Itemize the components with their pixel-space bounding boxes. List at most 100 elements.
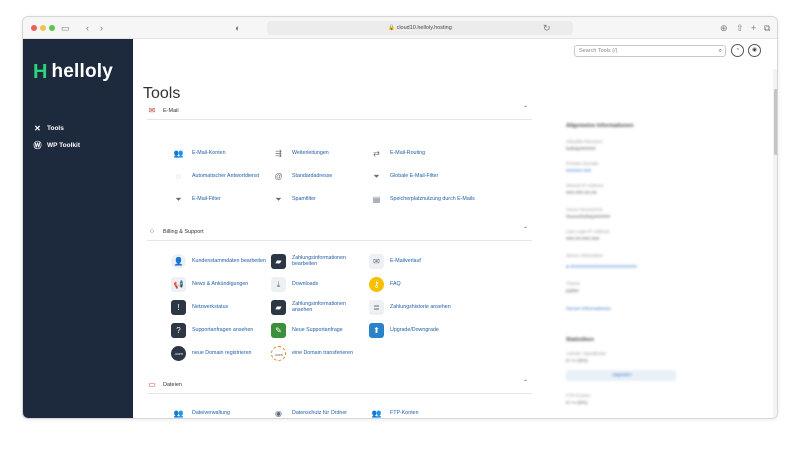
- routing-icon: ⇄: [373, 148, 380, 158]
- minimize-window-icon[interactable]: [40, 25, 46, 31]
- eye-icon: ◉: [275, 408, 282, 418]
- info-label: Home-Verzeichnis: [566, 207, 603, 212]
- section-header-files[interactable]: ▭ Dateien ⌃: [147, 376, 532, 394]
- tool-email-filters[interactable]: ⏷ E-Mail-Filter: [171, 191, 267, 207]
- tool-label: FTP-Konten: [390, 409, 419, 416]
- tool-faq[interactable]: ⚷ FAQ: [369, 276, 465, 292]
- server-info-link[interactable]: Server-Informationen: [566, 307, 611, 312]
- megaphone-icon: 📢: [171, 276, 186, 292]
- tool-label: Zahlungsinformationen ansehen: [292, 300, 346, 313]
- tool-network-status[interactable]: ! Netzwerkstatus: [171, 299, 267, 315]
- info-label: Shared IP Address: [566, 183, 604, 188]
- chevron-up-icon[interactable]: ⌃: [523, 105, 528, 112]
- tool-email-disk-usage[interactable]: ▤ Speicherplatznutzung durch E-Mails: [369, 191, 479, 207]
- user-account-button[interactable]: ◉: [748, 44, 761, 57]
- envelope-icon: ✉: [148, 105, 156, 115]
- tool-label: eine Domain transferieren: [292, 349, 353, 356]
- bell-icon: ◔: [735, 47, 740, 53]
- tool-news-announcements[interactable]: 📢 News & Ankündigungen: [171, 276, 267, 292]
- general-info-panel: Allgemeine Informationen Aktueller Benut…: [558, 119, 763, 418]
- tool-downloads[interactable]: ⤓ Downloads: [271, 276, 367, 292]
- search-icon[interactable]: ⌕: [719, 46, 722, 56]
- chevron-up-icon[interactable]: ⌃: [523, 226, 528, 233]
- tab-overview-icon[interactable]: ⧉: [764, 21, 770, 35]
- tool-label: Neue Supportanfrage: [292, 326, 343, 333]
- network-status-icon: !: [171, 299, 186, 315]
- tool-transfer-domain[interactable]: .com eine Domain transferieren: [271, 345, 367, 361]
- privacy-shield-icon[interactable]: ◐: [235, 21, 240, 35]
- scrollbar-thumb[interactable]: [774, 89, 777, 155]
- tool-email-accounts[interactable]: 👥 E-Mail-Konten: [171, 145, 267, 161]
- sidebar: H helloly ✕ Tools Ⓦ WP Toolkit: [23, 39, 133, 418]
- browser-window: ▭ ‹ › ◐ 🔒 cloud10.helloly.hosting ↻ ⊕ ⇧ …: [22, 16, 778, 419]
- search-tools-input[interactable]: Search Tools (/) ⌕: [574, 45, 726, 57]
- tool-view-payment-history[interactable]: ≣ Zahlungshistorie ansehen: [369, 299, 479, 315]
- filter-icon: ⏷: [373, 171, 380, 181]
- tool-email-routing[interactable]: ⇄ E-Mail-Routing: [369, 145, 465, 161]
- mail-history-icon: ✉: [369, 253, 384, 269]
- info-label: Server Information: [566, 253, 604, 258]
- share-icon[interactable]: ⇧: [736, 21, 744, 35]
- tool-label: Netzwerkstatus: [192, 303, 229, 310]
- maximize-window-icon[interactable]: [49, 25, 55, 31]
- tool-spam-filter[interactable]: ⏷ Spamfilter: [271, 191, 367, 207]
- tool-edit-customer-details[interactable]: 👤 Kundenstammdaten bearbeiten: [171, 253, 267, 269]
- domain-transfer-icon: .com: [271, 345, 286, 361]
- general-info-title: Allgemeine Informationen: [566, 123, 634, 129]
- upgrade-bar-label: Upgraden: [612, 372, 632, 377]
- info-label: Primäre Domain: [566, 161, 599, 166]
- sidebar-item-tools[interactable]: ✕ Tools: [33, 121, 64, 135]
- tool-edit-payment-info[interactable]: ▰ Zahlungsinformationen bearbeiten: [271, 253, 367, 269]
- sidebar-item-wp-toolkit[interactable]: Ⓦ WP Toolkit: [33, 138, 80, 152]
- tool-forwarders[interactable]: ⇶ Weiterleitungen: [271, 145, 367, 161]
- tool-view-support-tickets[interactable]: ? Supportanfragen ansehen: [171, 322, 267, 338]
- section-header-email[interactable]: ✉ E-Mail ⌃: [147, 102, 532, 120]
- sidebar-toggle-icon[interactable]: ▭: [61, 21, 70, 35]
- tool-file-manager[interactable]: 👥 Dateiverwaltung: [171, 405, 267, 418]
- section-label: E-Mail: [163, 107, 179, 114]
- key-icon: ⚷: [369, 276, 384, 292]
- user-icon: ◉: [752, 47, 757, 53]
- close-window-icon[interactable]: [31, 25, 37, 31]
- section-header-billing-support[interactable]: ⁘ Billing & Support ⌃: [147, 223, 532, 241]
- customer-profile-icon: 👤: [171, 253, 186, 269]
- upgrade-bar[interactable]: Upgraden: [566, 370, 676, 381]
- stats-value: 0 / ∞ (0%): [566, 401, 588, 406]
- tool-email-history[interactable]: ✉ E-Mailverlauf: [369, 253, 465, 269]
- credit-card-info-icon: ▰: [271, 299, 286, 315]
- helloly-logo[interactable]: H helloly: [33, 59, 113, 85]
- chevron-up-icon[interactable]: ⌃: [523, 379, 528, 386]
- forward-icon[interactable]: ›: [100, 21, 103, 35]
- tool-upgrade-downgrade[interactable]: ⬆ Upgrade/Downgrade: [369, 322, 465, 338]
- tool-ftp-accounts[interactable]: 👥 FTP-Konten: [369, 405, 465, 418]
- address-bar[interactable]: 🔒 cloud10.helloly.hosting: [267, 21, 573, 35]
- search-placeholder: Search Tools (/): [579, 48, 618, 54]
- notifications-button[interactable]: ◔: [731, 44, 744, 57]
- tool-new-support-ticket[interactable]: ✎ Neue Supportanfrage: [271, 322, 367, 338]
- new-tab-icon[interactable]: +: [751, 21, 756, 35]
- info-link[interactable]: ######.###: [566, 169, 591, 174]
- wordpress-icon: Ⓦ: [33, 140, 42, 150]
- folder-icon: ▭: [148, 379, 156, 389]
- tool-register-domain[interactable]: .com neue Domain registrieren: [171, 345, 267, 361]
- ftp-users-icon: 👥: [371, 408, 382, 418]
- tool-label: Standardadresse: [292, 172, 333, 179]
- info-link[interactable]: ● #########################: [566, 265, 637, 270]
- tool-label: Speicherplatznutzung durch E-Mails: [390, 195, 475, 202]
- download-icon[interactable]: ⊕: [720, 21, 728, 35]
- file-users-icon: 👥: [173, 408, 184, 418]
- main-content: Search Tools (/) ⌕ ◔ ◉ Tools ✉ E-Mail ⌃ …: [133, 39, 777, 418]
- tool-view-payment-info[interactable]: ▰ Zahlungsinformationen ansehen: [271, 299, 367, 315]
- reload-icon[interactable]: ↻: [543, 21, 551, 35]
- page-title: Tools: [143, 85, 181, 102]
- tool-global-email-filters[interactable]: ⏷ Globale E-Mail-Filter: [369, 168, 465, 184]
- tool-default-address[interactable]: @ Standardadresse: [271, 168, 367, 184]
- tool-autoresponder[interactable]: ◌ Automatischer Antwortdienst: [171, 168, 267, 184]
- lock-icon: 🔒: [388, 25, 396, 31]
- sidebar-item-label: Tools: [47, 124, 64, 132]
- address-bar-url: cloud10.helloly.hosting: [396, 25, 452, 31]
- tool-directory-privacy[interactable]: ◉ Datenschutz für Ordner: [271, 405, 367, 418]
- info-value: helloly######: [566, 147, 596, 152]
- tool-label: Kundenstammdaten bearbeiten: [192, 257, 266, 264]
- back-icon[interactable]: ‹: [86, 21, 89, 35]
